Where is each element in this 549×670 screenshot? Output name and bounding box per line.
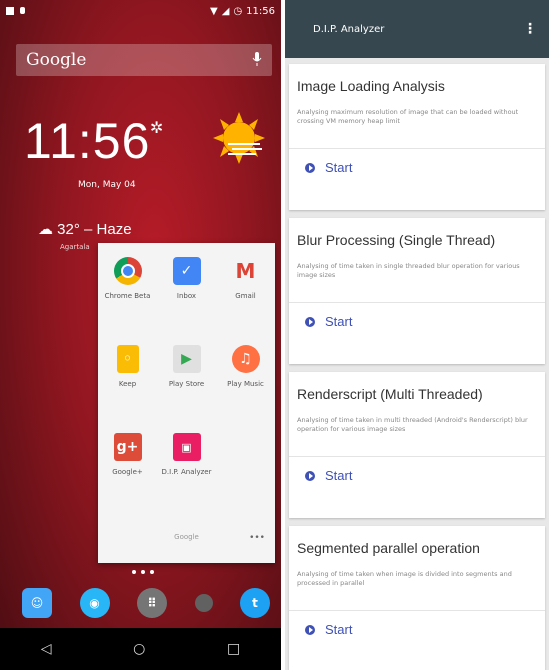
app-folder: Chrome Beta ✓ Inbox M Gmail ◦ Keep ▶ Pla… (98, 243, 275, 563)
recents-icon[interactable]: □ (227, 641, 240, 657)
analysis-card: Renderscript (Multi Threaded) Analysing … (289, 372, 545, 518)
start-button[interactable]: Start (305, 314, 352, 329)
status-bar: ▼ ◢ ◷ 11:56 (0, 0, 281, 22)
card-description: Analysing maximum resolution of image th… (297, 108, 519, 125)
card-title: Blur Processing (Single Thread) (297, 232, 496, 248)
alarm-icon: ◷ (233, 5, 243, 17)
start-button[interactable]: Start (305, 622, 352, 637)
contacts-icon[interactable]: ☺ (22, 588, 52, 618)
app-dip-analyzer[interactable]: ▣ D.I.P. Analyzer (157, 433, 216, 477)
inbox-icon: ✓ (172, 257, 201, 285)
mic-icon[interactable] (252, 51, 262, 70)
app-label: Gmail (235, 292, 256, 300)
play-icon (305, 316, 315, 327)
card-description: Analysing of time taken in multi threade… (297, 416, 528, 433)
wifi-icon: ▼ (210, 5, 218, 17)
overflow-menu-icon[interactable]: ⋮ (523, 21, 537, 37)
app-label: Play Store (168, 380, 205, 388)
card-divider (289, 302, 545, 303)
app-google-plus[interactable]: g+ Google+ (98, 433, 157, 477)
app-label: Google+ (112, 468, 143, 476)
card-description: Analysing of time taken when image is di… (297, 570, 512, 587)
card-divider (289, 456, 545, 457)
google-logo: Google (26, 50, 87, 70)
app-title: D.I.P. Analyzer (313, 23, 385, 35)
google-plus-icon: g+ (113, 433, 142, 461)
analysis-card: Blur Processing (Single Thread) Analysin… (289, 218, 545, 364)
weather-location: Agartala (60, 243, 90, 251)
app-label: D.I.P. Analyzer (161, 468, 212, 476)
app-play-store[interactable]: ▶ Play Store (157, 345, 216, 389)
card-title: Renderscript (Multi Threaded) (297, 386, 483, 402)
page-dot (150, 570, 154, 574)
notification-icon (20, 7, 25, 14)
keep-icon: ◦ (116, 345, 139, 373)
weather-sun-icon (212, 108, 266, 176)
card-title: Image Loading Analysis (297, 78, 445, 94)
card-divider (289, 148, 545, 149)
app-label: Chrome Beta (104, 292, 151, 300)
analysis-card: Segmented parallel operation Analysing o… (289, 526, 545, 670)
app-inbox[interactable]: ✓ Inbox (157, 257, 216, 301)
signal-icon: ◢ (221, 5, 230, 17)
start-label: Start (325, 160, 353, 175)
card-divider (289, 610, 545, 611)
play-icon (305, 470, 315, 481)
start-button[interactable]: Start (305, 160, 352, 175)
page-dot (141, 570, 145, 574)
app-label: Inbox (176, 292, 197, 300)
play-store-icon: ▶ (172, 345, 201, 373)
gear-icon[interactable]: ✲ (150, 118, 163, 137)
start-label: Start (325, 468, 353, 483)
launcher-screen: ▼ ◢ ◷ 11:56 Google 11:56 ✲ Mon, May 04 ☁… (0, 0, 281, 670)
start-label: Start (325, 622, 353, 637)
app-keep[interactable]: ◦ Keep (98, 345, 157, 389)
card-title: Segmented parallel operation (297, 540, 480, 556)
google-search-bar[interactable]: Google (16, 44, 272, 76)
back-icon[interactable]: ◁ (41, 641, 52, 657)
app-play-music[interactable]: ♫ Play Music (216, 345, 275, 389)
play-icon (305, 162, 315, 173)
more-icon[interactable]: ••• (249, 533, 265, 543)
dip-analyzer-icon: ▣ (172, 433, 201, 461)
clock-date: Mon, May 04 (78, 180, 136, 190)
clock-widget[interactable]: 11:56 (24, 112, 150, 170)
page-indicator (132, 570, 154, 574)
gmail-icon: M (235, 259, 256, 283)
home-icon[interactable]: ○ (133, 641, 145, 657)
app-chrome-beta[interactable]: Chrome Beta (98, 257, 157, 301)
browser-icon[interactable]: ◉ (79, 588, 110, 618)
start-label: Start (325, 314, 353, 329)
page-dot (132, 570, 136, 574)
dock: ☺ ◉ ⠿ t (22, 588, 270, 618)
play-music-icon: ♫ (231, 345, 260, 373)
weather-text: 32° – Haze (57, 221, 132, 238)
card-description: Analysing of time taken in single thread… (297, 262, 520, 279)
start-button[interactable]: Start (305, 468, 352, 483)
status-time: 11:56 (246, 5, 275, 17)
notification-icon (6, 7, 14, 15)
haze-icon: ☁ (38, 221, 53, 238)
app-gmail[interactable]: M Gmail (216, 257, 275, 301)
chrome-beta-icon (113, 257, 142, 285)
twitter-icon[interactable]: t (240, 588, 270, 618)
analysis-card: Image Loading Analysis Analysing maximum… (289, 64, 545, 210)
app-drawer-icon[interactable]: ⠿ (137, 588, 167, 618)
app-label: Play Music (227, 380, 264, 388)
nav-bar: ◁ ○ □ (0, 628, 281, 670)
app-bar: D.I.P. Analyzer ⋮ (285, 0, 549, 58)
app-label: Keep (118, 380, 137, 388)
weather-widget[interactable]: ☁ 32° – Haze (38, 220, 132, 238)
play-icon (305, 624, 315, 635)
empty-slot-icon (194, 594, 213, 612)
dip-analyzer-screen: D.I.P. Analyzer ⋮ Image Loading Analysis… (285, 0, 549, 670)
